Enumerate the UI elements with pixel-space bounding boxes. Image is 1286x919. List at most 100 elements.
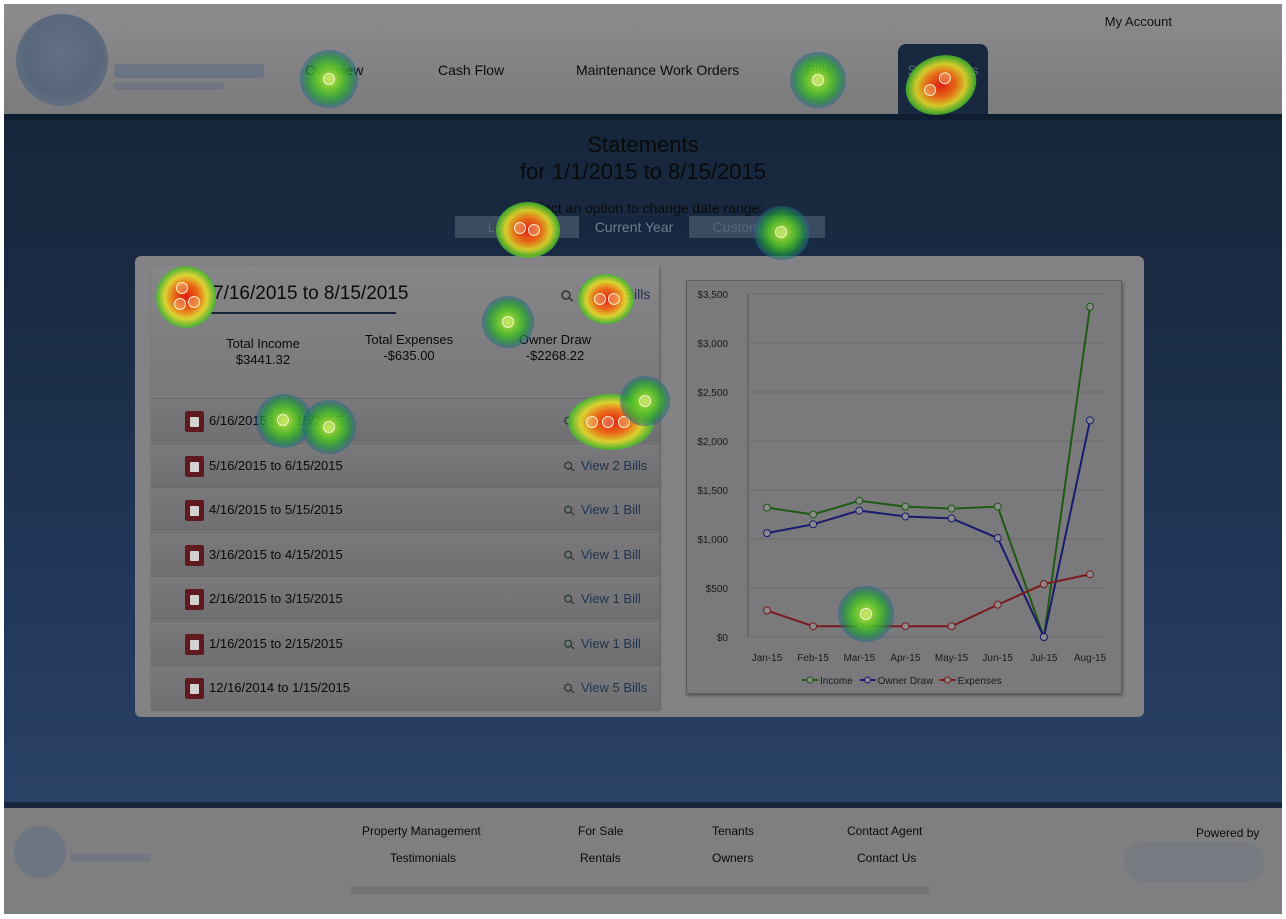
statement-date[interactable]: 1/16/2015 to 2/15/2015 xyxy=(209,636,343,651)
footer-link-owners[interactable]: Owners xyxy=(712,851,753,865)
view-bills-link[interactable]: View 1 Bill xyxy=(581,547,641,562)
range-custom-dates-button[interactable]: Custom Dates xyxy=(689,216,825,238)
page-title: Statements xyxy=(587,132,699,157)
total-expenses-value: -$635.00 xyxy=(383,348,435,363)
provider-logo[interactable] xyxy=(1124,842,1264,882)
magnifier-icon xyxy=(564,683,575,694)
y-tick-label: $3,000 xyxy=(697,339,728,350)
owner-draw-label: Owner Draw xyxy=(518,332,592,347)
statement-date[interactable]: 12/16/2014 to 1/15/2015 xyxy=(209,680,350,695)
data-point xyxy=(901,502,910,511)
magnifier-icon xyxy=(564,416,575,427)
data-point xyxy=(993,600,1002,609)
magnifier-icon xyxy=(561,290,574,302)
view-bills-link[interactable]: View 1 Bill xyxy=(581,636,641,651)
company-logo[interactable] xyxy=(10,8,270,108)
pdf-icon[interactable] xyxy=(185,411,204,432)
data-point xyxy=(855,506,864,515)
statement-row[interactable]: 6/16/2015 to 7/15/2015 View 1 Bill xyxy=(151,398,659,442)
footer-link-contact-us[interactable]: Contact Us xyxy=(857,851,916,865)
footer-fine-print xyxy=(350,886,930,894)
x-tick-label: Mar-15 xyxy=(843,653,875,664)
data-point xyxy=(947,504,956,513)
series-line-owner-draw xyxy=(766,420,1091,641)
view-bills-link[interactable]: View 1 Bill xyxy=(581,591,641,606)
data-point xyxy=(1086,302,1094,311)
pdf-icon[interactable] xyxy=(185,456,204,477)
magnifier-icon xyxy=(564,550,575,561)
footer-link-property-management[interactable]: Property Management xyxy=(362,824,481,838)
nav-overview[interactable]: Overview xyxy=(305,62,363,78)
view-bills-link[interactable]: View 1 Bill xyxy=(581,502,641,517)
statement-date[interactable]: 5/16/2015 to 6/15/2015 xyxy=(209,458,343,473)
footer-link-contact-agent[interactable]: Contact Agent xyxy=(847,824,922,838)
x-tick-label: Jun-15 xyxy=(982,653,1013,664)
logo-mark xyxy=(16,14,108,106)
statement-row[interactable]: 1/16/2015 to 2/15/2015 View 1 Bill xyxy=(151,621,659,665)
statement-row[interactable]: 12/16/2014 to 1/15/2015 View 5 Bills xyxy=(151,665,659,709)
legend-label: Income xyxy=(820,676,853,687)
footer-link-rentals[interactable]: Rentals xyxy=(580,851,621,865)
data-point xyxy=(993,502,1002,511)
data-point xyxy=(763,606,771,615)
data-point xyxy=(763,529,771,538)
legend-label: Expenses xyxy=(958,676,1002,687)
nav-bills[interactable]: Bills xyxy=(806,62,832,78)
view-bills-link[interactable]: View 4 Bills xyxy=(579,286,650,302)
pdf-icon[interactable] xyxy=(185,500,204,521)
view-bills-link[interactable]: View 5 Bills xyxy=(581,680,647,695)
data-point xyxy=(855,496,864,505)
current-statement-date[interactable]: 7/16/2015 to 8/15/2015 xyxy=(213,283,408,305)
pdf-icon[interactable] xyxy=(185,634,204,655)
data-point xyxy=(1086,570,1094,579)
footer-link-testimonials[interactable]: Testimonials xyxy=(390,851,456,865)
site-footer xyxy=(4,808,1282,912)
data-point xyxy=(947,514,956,523)
band-divider xyxy=(4,114,1282,120)
pdf-icon[interactable] xyxy=(185,545,204,566)
logo-wordmark xyxy=(114,64,264,78)
owner-draw: Owner Draw -$2268.22 xyxy=(480,332,630,364)
statement-date[interactable]: 2/16/2015 to 3/15/2015 xyxy=(209,591,343,606)
pdf-icon[interactable] xyxy=(185,589,204,610)
statement-date[interactable]: 4/16/2015 to 5/15/2015 xyxy=(209,502,343,517)
y-tick-label: $500 xyxy=(706,584,729,595)
nav-maintenance-work-orders[interactable]: Maintenance Work Orders xyxy=(576,62,739,78)
x-tick-label: Jul-15 xyxy=(1030,653,1058,664)
nav-statements[interactable]: Statements xyxy=(898,44,988,114)
y-tick-label: $1,500 xyxy=(697,486,728,497)
y-tick-label: $2,000 xyxy=(697,437,728,448)
view-bills-link[interactable]: View 1 Bill xyxy=(581,413,641,428)
y-tick-label: $3,500 xyxy=(697,290,728,301)
statement-row[interactable]: 2/16/2015 to 3/15/2015 View 1 Bill xyxy=(151,576,659,620)
range-current-year-button[interactable]: Current Year xyxy=(579,216,689,238)
nav-cash-flow[interactable]: Cash Flow xyxy=(438,62,504,78)
data-point xyxy=(901,622,910,631)
footer-logo-mark xyxy=(14,826,66,878)
page-subtitle: for 1/1/2015 to 8/15/2015 xyxy=(520,159,766,184)
statement-date[interactable]: 6/16/2015 to 7/15/2015 xyxy=(209,413,343,428)
footer-link-tenants[interactable]: Tenants xyxy=(712,824,754,838)
data-point xyxy=(1086,416,1094,425)
data-point xyxy=(809,520,818,529)
pdf-icon[interactable] xyxy=(176,286,198,310)
series-line-income xyxy=(766,306,1091,638)
footer-link-for-sale[interactable]: For Sale xyxy=(578,824,623,838)
view-bills-link[interactable]: View 2 Bills xyxy=(581,458,647,473)
date-range-label: Select an option to change date range: xyxy=(522,200,764,216)
x-tick-label: May-15 xyxy=(935,653,969,664)
statement-row[interactable]: 3/16/2015 to 4/15/2015 View 1 Bill xyxy=(151,532,659,576)
statement-row[interactable]: 4/16/2015 to 5/15/2015 View 1 Bill xyxy=(151,487,659,531)
legend-marker xyxy=(806,676,814,684)
pdf-icon[interactable] xyxy=(185,678,204,699)
current-statement-underline xyxy=(210,312,396,314)
my-account-link[interactable]: My Account xyxy=(1105,14,1172,29)
magnifier-icon xyxy=(564,639,575,650)
statement-date[interactable]: 3/16/2015 to 4/15/2015 xyxy=(209,547,343,562)
range-last-year-button[interactable]: Last Year xyxy=(455,216,579,238)
statement-row[interactable]: 5/16/2015 to 6/15/2015 View 2 Bills xyxy=(151,443,659,487)
data-point xyxy=(855,622,864,631)
magnifier-icon xyxy=(564,461,575,472)
data-point xyxy=(901,512,910,521)
footer-logo-wordmark xyxy=(70,854,150,862)
